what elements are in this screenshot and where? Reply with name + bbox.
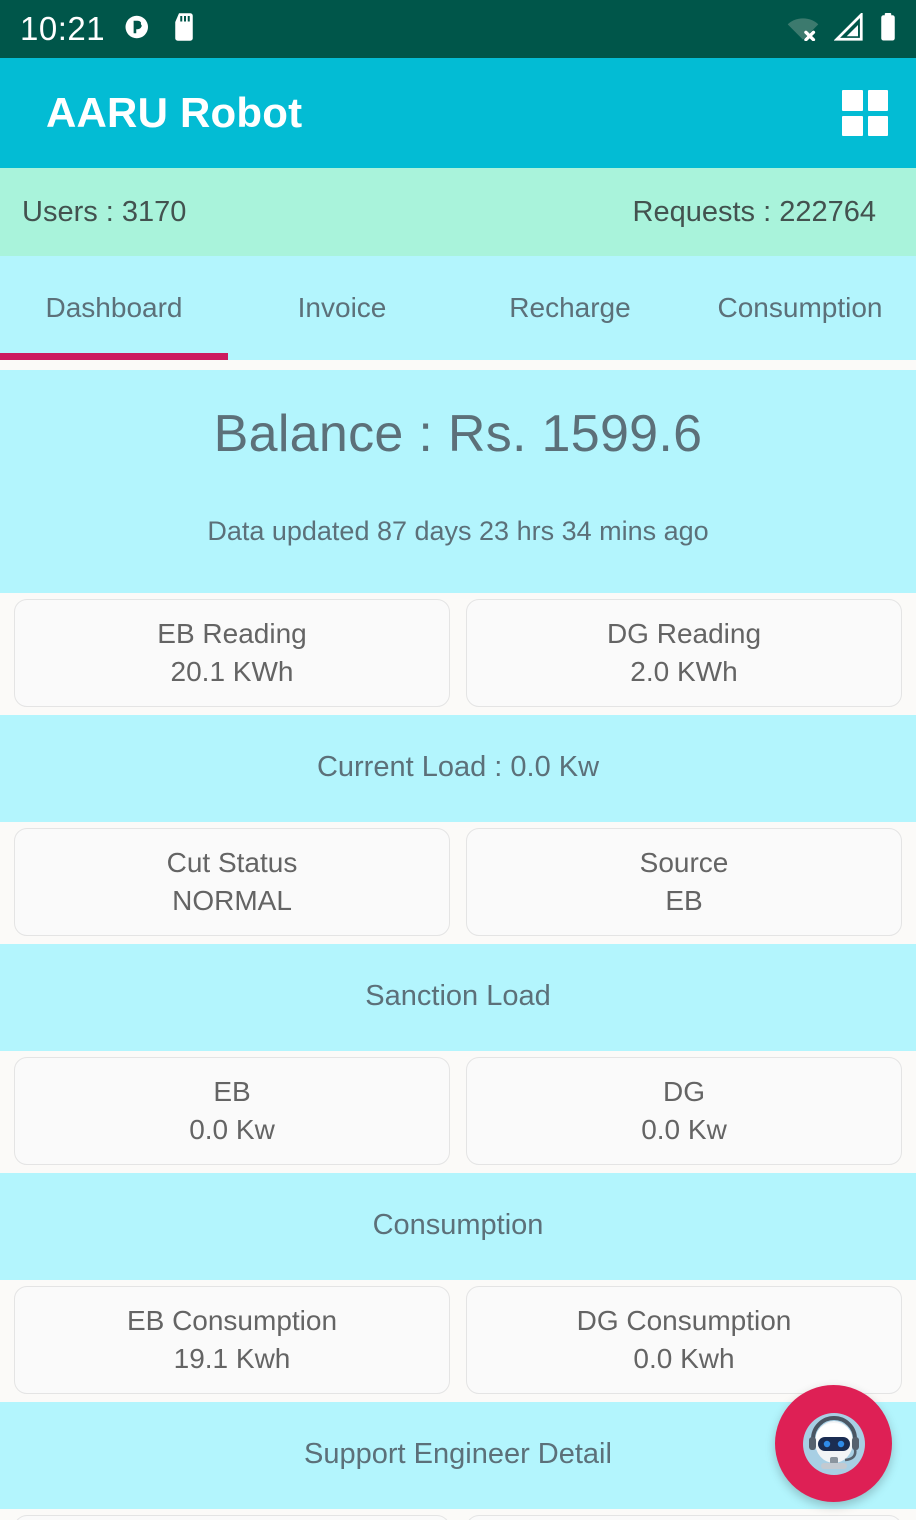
- app-screen: 10:21 AARU Robot Users: 3170 Requests:…: [0, 0, 916, 1520]
- card-label: DG Reading: [606, 618, 762, 649]
- card-label: EB Consumption: [126, 1305, 338, 1336]
- status-bar-left: 10:21: [20, 10, 197, 48]
- card-value: 2.0 KWh: [630, 656, 738, 687]
- support-engineer-card-2[interactable]: [466, 1515, 902, 1520]
- card-label: Cut Status: [166, 847, 298, 878]
- tab-bar: Dashboard Invoice Recharge Consumption: [0, 256, 916, 360]
- status-bar-right: [786, 10, 898, 47]
- tab-divider: [0, 360, 916, 370]
- card-label: DG: [663, 1076, 705, 1107]
- dg-reading-card[interactable]: DG Reading 2.0 KWh: [466, 599, 902, 707]
- chatbot-fab-button[interactable]: [775, 1385, 892, 1502]
- status-card-row: Cut Status NORMAL Source EB: [0, 822, 916, 944]
- sanction-load-title: Sanction Load: [0, 944, 916, 1051]
- eb-reading-card[interactable]: EB Reading 20.1 KWh: [14, 599, 450, 707]
- stats-strip: Users : 3170 Requests : 222764: [0, 168, 916, 256]
- support-engineer-card-1[interactable]: [14, 1515, 450, 1520]
- tab-consumption[interactable]: Consumption: [684, 292, 916, 324]
- battery-full-icon: [878, 12, 898, 47]
- card-label: Source: [639, 847, 729, 878]
- dg-consumption-card[interactable]: DG Consumption 0.0 Kwh: [466, 1286, 902, 1394]
- sd-card-icon: [171, 12, 197, 47]
- app-notification-icon: [123, 12, 153, 47]
- card-label: DG Consumption: [576, 1305, 792, 1336]
- users-count: Users : 3170: [22, 195, 187, 228]
- eb-consumption-card[interactable]: EB Consumption 19.1 Kwh: [14, 1286, 450, 1394]
- app-bar: AARU Robot: [0, 58, 916, 168]
- tab-active-indicator: [0, 353, 228, 360]
- data-updated-text: Data updated 87 days 23 hrs 34 mins ago: [207, 516, 709, 546]
- grid-cell: [842, 115, 863, 136]
- grid-cell: [842, 90, 863, 111]
- card-value: EB: [665, 885, 703, 916]
- sanction-dg-card[interactable]: DG 0.0 Kw: [466, 1057, 902, 1165]
- tab-recharge[interactable]: Recharge: [456, 292, 684, 324]
- source-card[interactable]: Source EB: [466, 828, 902, 936]
- requests-count: Requests : 222764: [632, 195, 876, 228]
- tab-invoice[interactable]: Invoice: [228, 292, 456, 324]
- card-value: 0.0 Kw: [641, 1114, 727, 1145]
- balance-amount: Balance : Rs. 1599.6: [213, 405, 703, 463]
- status-bar-clock: 10:21: [20, 10, 106, 47]
- balance-block: Balance : Rs. 1599.6 Data updated 87 day…: [0, 370, 916, 593]
- wifi-off-icon: [786, 13, 820, 46]
- grid-cell: [867, 115, 888, 136]
- card-label: EB: [213, 1076, 251, 1107]
- card-value: 19.1 Kwh: [173, 1343, 291, 1374]
- cut-status-card[interactable]: Cut Status NORMAL: [14, 828, 450, 936]
- consumption-card-row: EB Consumption 19.1 Kwh DG Consumption 0…: [0, 1280, 916, 1402]
- card-value: 0.0 Kwh: [633, 1343, 735, 1374]
- support-card-row: [0, 1509, 916, 1520]
- card-value: 0.0 Kw: [189, 1114, 275, 1145]
- reading-card-row: EB Reading 20.1 KWh DG Reading 2.0 KWh: [0, 593, 916, 715]
- sanction-card-row: EB 0.0 Kw DG 0.0 Kw: [0, 1051, 916, 1173]
- grid-menu-icon[interactable]: [842, 90, 888, 136]
- card-label: EB Reading: [157, 618, 307, 649]
- consumption-title: Consumption: [0, 1173, 916, 1280]
- app-title: AARU Robot: [46, 89, 303, 136]
- cellular-signal-icon: [833, 10, 864, 46]
- grid-cell: [867, 90, 888, 111]
- tab-dashboard[interactable]: Dashboard: [0, 292, 228, 324]
- status-bar: 10:21: [0, 0, 916, 58]
- sanction-eb-card[interactable]: EB 0.0 Kw: [14, 1057, 450, 1165]
- card-value: 20.1 KWh: [170, 656, 294, 687]
- card-value: NORMAL: [172, 885, 292, 916]
- current-load-text: Current Load : 0.0 Kw: [0, 715, 916, 822]
- chatbot-robot-icon: [802, 1412, 865, 1475]
